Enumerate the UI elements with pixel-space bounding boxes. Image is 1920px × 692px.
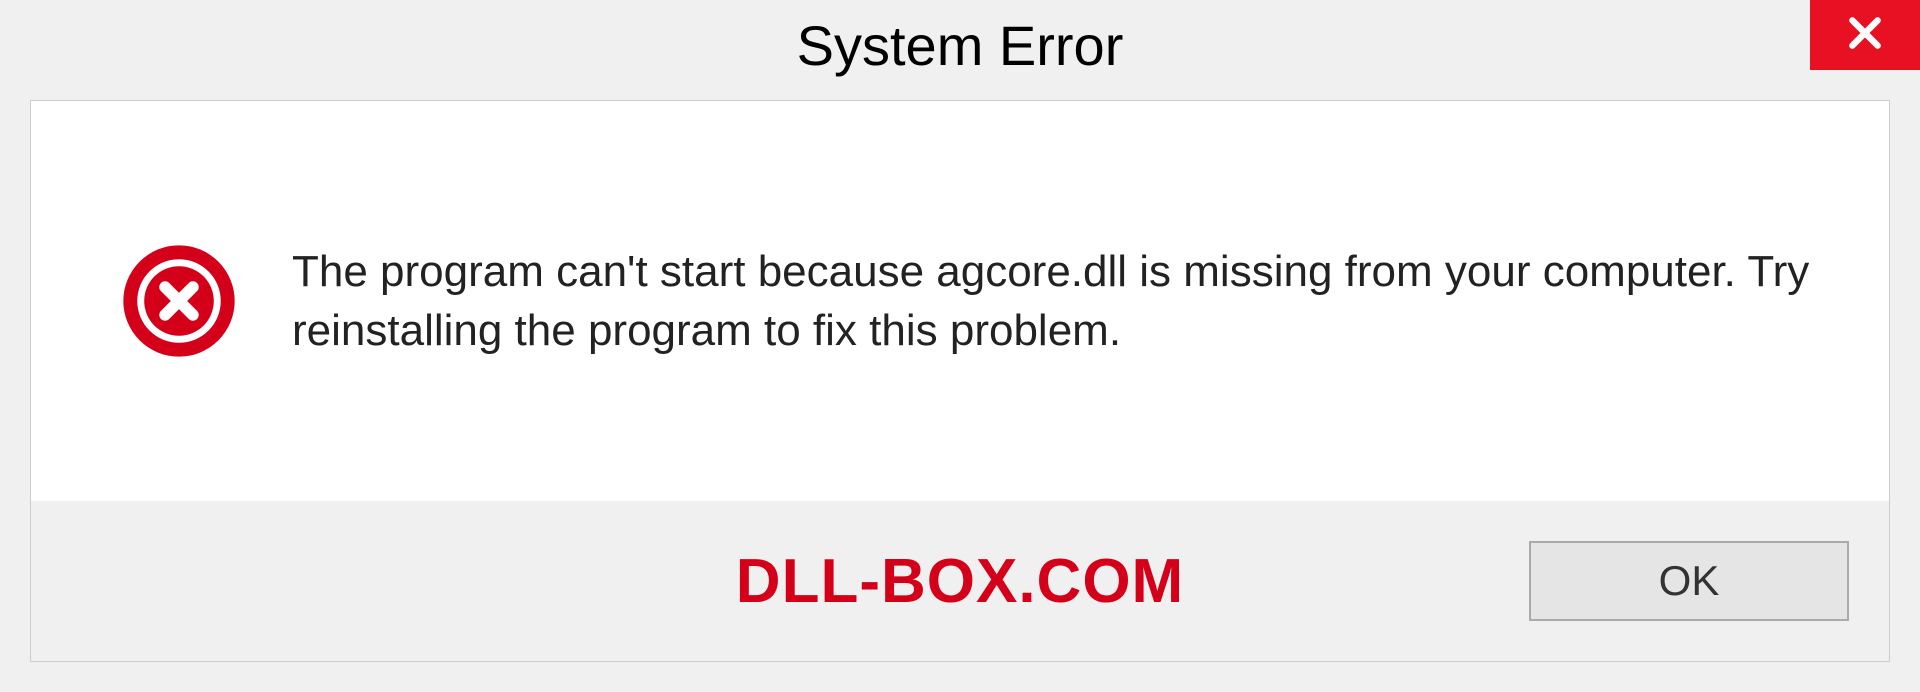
dialog-title: System Error <box>797 13 1124 78</box>
dialog-footer: DLL-BOX.COM OK <box>31 501 1889 661</box>
titlebar: System Error <box>0 0 1920 90</box>
watermark-text: DLL-BOX.COM <box>736 546 1184 617</box>
dialog-message: The program can't start because agcore.d… <box>292 242 1829 361</box>
close-button[interactable] <box>1810 0 1920 70</box>
close-icon <box>1846 14 1884 57</box>
dialog-frame: The program can't start because agcore.d… <box>30 100 1890 662</box>
ok-button[interactable]: OK <box>1529 541 1849 621</box>
dialog-body: The program can't start because agcore.d… <box>31 101 1889 501</box>
error-icon <box>121 243 237 359</box>
